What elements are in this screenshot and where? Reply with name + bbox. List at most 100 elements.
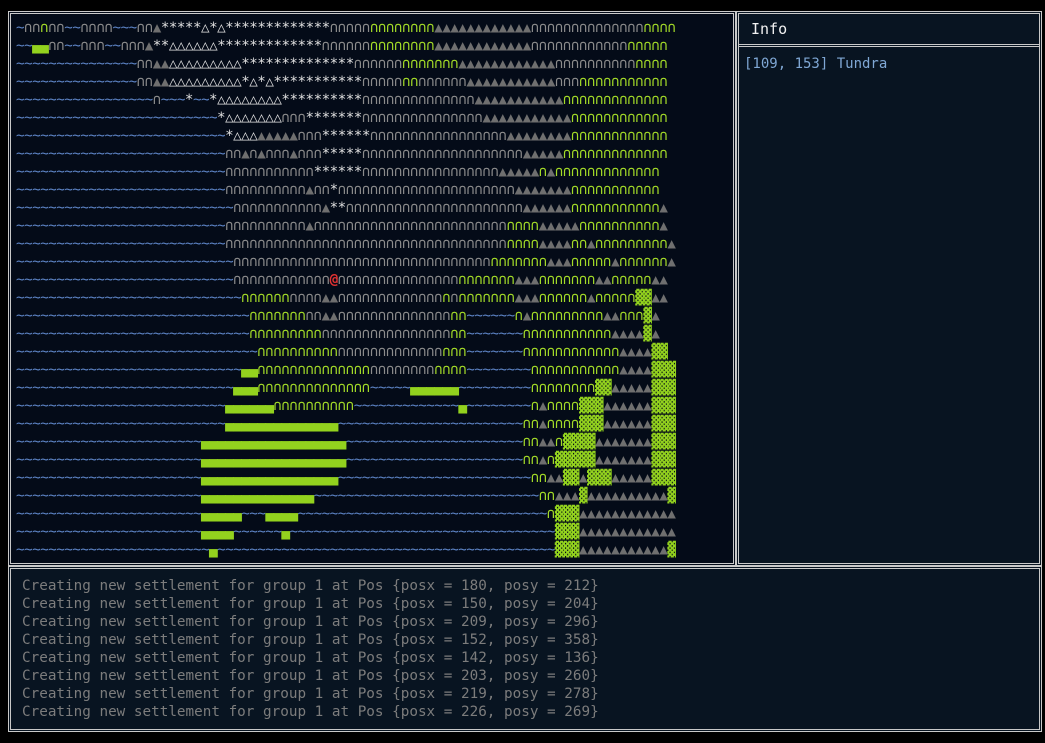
terrain-tundra: ∩∩∩∩∩∩∩∩∩∩∩∩∩∩∩∩∩ <box>369 128 507 144</box>
terrain-water: ~~~~~~~~~~~~~~~~~~~~~~~~~~~~ <box>16 290 242 306</box>
terrain-water: ~~~~~~~~~~~~~~~~~~~~~~~ <box>16 470 201 486</box>
info-panel: Info [109, 153] Tundra <box>736 11 1042 566</box>
terrain-forest: ∩ <box>40 20 49 36</box>
terrain-mountains: ▲ <box>651 308 660 324</box>
terrain-tundra: ∩∩∩∩∩∩∩∩∩∩∩∩∩∩ <box>361 92 475 108</box>
terrain-forest: ∩∩∩∩∩∩∩∩∩∩∩∩∩∩ <box>257 362 370 378</box>
terrain-tundra: ∩∩ <box>136 74 154 90</box>
map-row[interactable]: ~~~~~~~~~~~~~~~~~~~~~~~~~~▄▄▄▄▄▄▄▄▄▄▄▄▄▄… <box>16 415 676 433</box>
terrain-water: ~~ <box>64 20 81 36</box>
terrain-water: ~~~~~~~~~~~~~~~~~~~~~~ <box>345 452 523 468</box>
terrain-tundra: ∩∩ <box>24 20 41 36</box>
terrain-plains: ▓▓▓ <box>587 470 612 486</box>
terrain-tundra: ∩∩∩∩∩∩∩∩∩∩∩∩∩ <box>337 344 443 360</box>
terrain-plains: ▓▓ <box>651 344 668 360</box>
map-panel[interactable]: ~∩∩∩∩∩~~∩∩∩∩~~~∩∩▲*****△*△*************∩… <box>8 11 736 566</box>
map-row[interactable]: ~~~~~~~~~~~~~~~~~~~~~~~~~~~∩∩∩∩∩∩∩∩∩∩∩∩@… <box>16 271 668 289</box>
terrain-water: ~~~~~~~~~~~~~~~~~~~~~~~~~~ <box>16 236 226 252</box>
map-row[interactable]: ~~~~~~~~~~~~~~~~~~~~~~~~~~*△△△▲▲▲▲▲∩∩∩**… <box>16 127 668 145</box>
player-marker: @ <box>329 272 339 288</box>
terrain-water: ~~ <box>192 92 210 108</box>
terrain-mountains: ▲ <box>289 146 298 162</box>
terrain-forest: ∩∩∩∩∩∩∩∩∩∩∩ <box>570 182 660 198</box>
map-row[interactable]: ~~~~~~~~~~~~~~~~~~~~~~~▄▄▄▄▄▄▄▄▄▄▄▄▄▄~~~… <box>16 487 676 505</box>
terrain-water: ~~~~~~~~~~~~~~~~~~~~~~~~~~~~~~ <box>16 344 258 360</box>
terrain-tundra: ∩∩∩∩∩∩∩∩∩∩∩∩ <box>530 38 628 54</box>
terrain-plains: ▓▓▓ <box>651 470 676 486</box>
terrain-water: ~~~~~~~~~~~~~~~~~~~~~~~ <box>337 416 523 432</box>
log-line: Creating new settlement for group 1 at P… <box>22 686 599 702</box>
terrain-forest: ∩ <box>514 308 524 324</box>
world-map[interactable]: ~∩∩∩∩∩~~∩∩∩∩~~~∩∩▲*****△*△*************∩… <box>14 17 735 562</box>
terrain-water: ~~~~~~~~~~~~~~~~~~~~~~~ <box>16 506 201 522</box>
map-row[interactable]: ~~~~~~~~~~~~~~~~~~~~~~~▄▄▄▄▄▄▄▄▄▄▄▄▄▄▄▄▄… <box>16 469 676 487</box>
map-row[interactable]: ~~~~~~~~~~~~~~~∩∩▲▲△△△△△△△△△************… <box>16 55 668 73</box>
map-row[interactable]: ~~~~~~~~~~~~~~~~~~~~~~~~~~~▄▄▄∩∩∩∩∩∩∩∩∩∩… <box>16 379 676 397</box>
terrain-mountains: ▲▲▲▲▲▲ <box>522 200 572 216</box>
terrain-forest: ∩ <box>538 164 548 180</box>
terrain-mountains: ▲▲ <box>321 290 339 306</box>
terrain-forest: ∩∩∩∩ <box>546 398 580 414</box>
map-row[interactable]: ~~~~~~~~~~~~~~~~~~~~~~~~~~~∩∩∩∩∩∩∩∩∩∩∩▲*… <box>16 199 668 217</box>
terrain-tundra: ∩∩∩∩∩∩∩∩∩∩∩ <box>233 200 322 216</box>
terrain-snow: ************** <box>241 56 354 72</box>
terrain-mountains: ▲▲ <box>651 290 668 306</box>
terrain-water: ~~~~~~~~~~~~~~~~~~~~~~~~~~ <box>16 218 226 234</box>
map-row[interactable]: ~~~~~~~~~~~~~~~~~~~~~~~▄▄▄▄▄▄▄▄▄▄▄▄▄▄▄▄▄… <box>16 451 676 469</box>
terrain-tundra: ∩∩∩∩∩∩∩∩∩∩∩ <box>225 164 314 180</box>
map-row[interactable]: ~~~~~~~~~~~~~~~~~~~~~~~~~~∩∩∩∩∩∩∩∩∩∩▲∩∩*… <box>16 181 660 199</box>
terrain-forest: ∩∩∩∩ <box>434 362 467 378</box>
terrain-mountains: ▲▲▲▲▲ <box>522 146 564 162</box>
map-row[interactable]: ~~~~~~~~~~~~~~~~~~~~~~~~~~~~▄▄∩∩∩∩∩∩∩∩∩∩… <box>16 361 676 379</box>
map-row[interactable]: ~~~~~~~~~~~~~~~~~~~~~~~~~~~~~∩∩∩∩∩∩∩∩∩▲▲… <box>16 307 660 325</box>
map-row[interactable]: ~~~~~~~~~~~~~~~~~~~~~~~~~~∩∩∩∩∩∩∩∩∩∩▲∩∩∩… <box>16 217 668 235</box>
map-row[interactable]: ~~~~~~~~~~~~~~~~~~~~~~~~~~~~~∩∩∩∩∩∩∩∩∩∩∩… <box>16 325 660 343</box>
terrain-water: ~~~~~~~~~~~~~~~~~~~~~~~~~~ <box>16 146 226 162</box>
terrain-forest: ∩∩ <box>530 470 548 486</box>
terrain-tundra: ∩∩∩∩∩∩∩∩∩∩∩∩∩∩∩∩∩∩∩∩ <box>361 146 523 162</box>
terrain-mountains: ▲▲ <box>152 56 170 72</box>
terrain-snow: * <box>209 92 218 108</box>
map-row[interactable]: ~~~~~~~~~~~~~~~~~∩~~~*~~*△△△△△△△△*******… <box>16 91 668 109</box>
map-row[interactable]: ~~~~~~~~~~~~~~~∩∩▲▲△△△△△△△△△*△*△********… <box>16 73 668 91</box>
map-row[interactable]: ~~~~~~~~~~~~~~~~~~~~~~~~~~~∩∩∩∩∩∩∩∩∩∩∩∩∩… <box>16 253 676 271</box>
terrain-tundra: ∩∩ <box>136 56 154 72</box>
terrain-tundra: ∩∩∩∩∩∩∩∩∩∩∩∩∩∩∩∩∩∩∩∩∩∩ <box>345 200 523 216</box>
terrain-water: ~~~~~~ <box>466 308 515 324</box>
terrain-mountains: ▲▲▲▲▲ <box>538 218 580 234</box>
map-row[interactable]: ~~~~~~~~~~~~~~~~~~~~~~~▄▄▄▄▄▄▄▄▄▄▄▄▄▄▄▄▄… <box>16 433 676 451</box>
terrain-water: ~~~~~~~~~~~~~~~~~~~~~~~ <box>16 488 201 504</box>
map-row[interactable]: ~~~~~~~~~~~~~~~~~~~~~~~~~~~~~~∩∩∩∩∩∩∩∩∩∩… <box>16 343 668 361</box>
terrain-tundra: ∩∩∩∩∩∩∩∩∩∩ <box>225 182 306 198</box>
log-line: Creating new settlement for group 1 at P… <box>22 614 599 630</box>
terrain-mountains: ▲ <box>659 218 668 234</box>
terrain-peaks: △△△ <box>233 128 258 144</box>
log-line: Creating new settlement for group 1 at P… <box>22 632 599 648</box>
map-row[interactable]: ~~▄▄∩∩~~∩∩∩~~∩∩∩▲**△△△△△△*************∩∩… <box>16 37 668 55</box>
terrain-mountains: ▲▲▲ <box>554 488 580 504</box>
terrain-forest: ∩∩∩∩∩∩∩ <box>538 272 596 288</box>
terrain-tundra: ∩∩ <box>225 146 242 162</box>
terrain-forest: ∩∩∩∩∩ <box>627 38 668 54</box>
terrain-mountains: ▲▲▲ <box>514 272 540 288</box>
map-row[interactable]: ~~~~~~~~~~~~~~~~~~~~~~~~~~∩∩∩∩∩∩∩∩∩∩∩***… <box>16 163 660 181</box>
terrain-water: ~~~~~~~~~~~~~~~~~~~~~~~~~~~~~~~~~ <box>289 524 555 540</box>
map-row[interactable]: ~∩∩∩∩∩~~∩∩∩∩~~~∩∩▲*****△*△*************∩… <box>16 19 676 37</box>
map-row[interactable]: ~~~~~~~~~~~~~~~~~~~~~~~~~*△△△△△△△∩∩∩****… <box>16 109 668 127</box>
map-row[interactable]: ~~~~~~~~~~~~~~~~~~~~~~~~~~∩∩▲∩▲∩∩∩▲∩∩∩**… <box>16 145 668 163</box>
terrain-tundra: ∩∩∩∩∩∩∩∩∩∩∩∩∩∩∩∩∩∩∩∩∩∩ <box>337 182 515 198</box>
map-row[interactable]: ~~~~~~~~~~~~~~~~~~~~~~~▄▄▄▄~~~~~~▄~~~~~~… <box>16 523 676 541</box>
log-line: Creating new settlement for group 1 at P… <box>22 668 599 684</box>
terrain-forest: ∩∩∩∩∩∩∩ <box>458 290 515 306</box>
map-row[interactable]: ~~~~~~~~~~~~~~~~~~~~~~~~~~▄▄▄▄▄▄∩∩∩∩∩∩∩∩… <box>16 397 676 415</box>
terrain-tundra: ∩∩∩∩∩∩∩∩∩∩ <box>225 218 306 234</box>
terrain-tundra: ∩∩∩∩ <box>289 290 322 306</box>
terrain-tundra: ∩∩ <box>313 182 331 198</box>
terrain-forest: ∩∩∩∩∩∩∩∩∩∩ <box>257 344 338 360</box>
map-row[interactable]: ~~~~~~~~~~~~~~~~~~~~~~~~~~~~∩∩∩∩∩∩∩∩∩∩▲▲… <box>16 289 668 307</box>
terrain-water: ~~~~~~~~ <box>466 398 531 414</box>
map-row[interactable]: ~~~~~~~~~~~~~~~~~~~~~~~▄▄▄▄▄~~~▄▄▄▄~~~~~… <box>16 505 676 523</box>
map-row[interactable]: ~~~~~~~~~~~~~~~~~~~~~~~~▄~~~~~~~~~~~~~~~… <box>16 541 676 559</box>
map-row[interactable]: ~~~~~~~~~~~~~~~~~~~~~~~~~~∩∩∩∩∩∩∩∩∩∩∩∩∩∩… <box>16 235 676 253</box>
terrain-water: ~~~~~~~~~~~~~~~~~~~~~~~~~~~~ <box>16 362 242 378</box>
